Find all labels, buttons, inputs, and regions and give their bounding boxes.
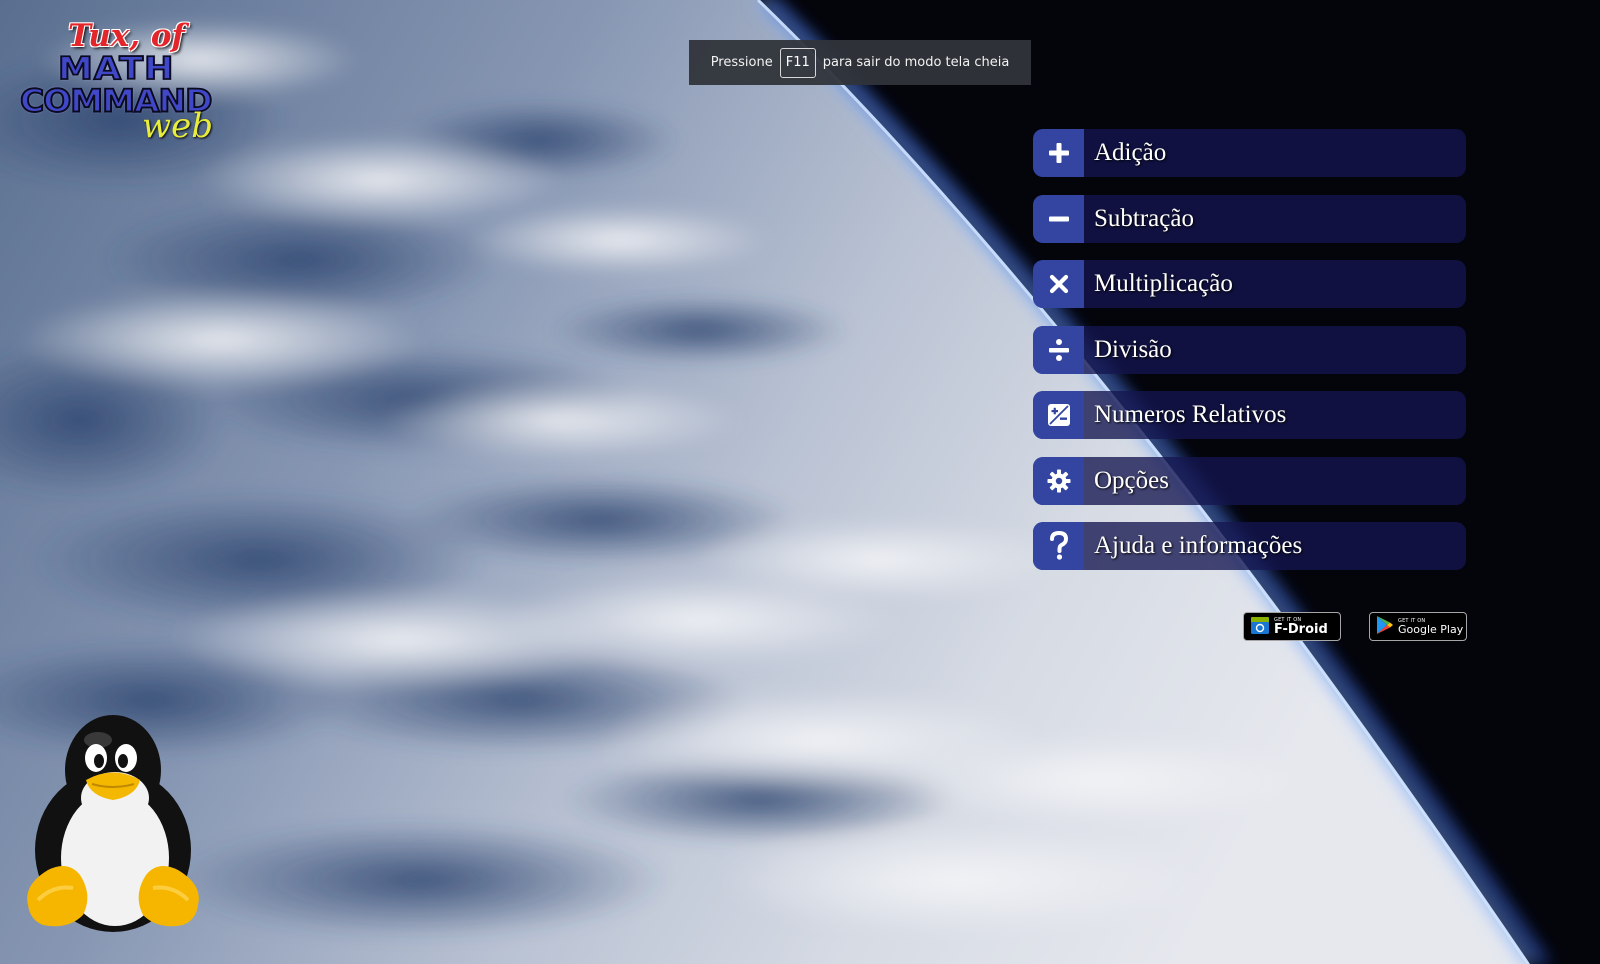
- fullscreen-notice: Pressione F11 para sair do modo tela che…: [689, 40, 1031, 85]
- fullscreen-notice-before: Pressione: [710, 55, 773, 70]
- menu-item-numeros-relativos[interactable]: Numeros Relativos: [1033, 391, 1466, 439]
- gear-icon: [1033, 456, 1084, 505]
- google-play-badge[interactable]: GET IT ON Google Play: [1369, 612, 1467, 641]
- menu-item-adicao[interactable]: Adição: [1033, 129, 1466, 177]
- menu-item-ajuda[interactable]: Ajuda e informações: [1033, 522, 1466, 570]
- divide-icon: [1033, 325, 1084, 374]
- main-menu: Adição Subtração Multiplicação Divisão N: [1033, 129, 1466, 588]
- menu-item-multiplicacao[interactable]: Multiplicação: [1033, 260, 1466, 308]
- fdroid-badge-name: F-Droid: [1274, 621, 1328, 637]
- menu-item-opcoes[interactable]: Opções: [1033, 456, 1466, 505]
- menu-item-label: Opções: [1094, 466, 1169, 494]
- tux-penguin-icon: [27, 715, 199, 932]
- minus-icon: [1033, 194, 1084, 243]
- logo-line-tux: Tux, of: [68, 18, 185, 54]
- times-icon: [1033, 260, 1084, 308]
- app-logo: Tux, of MATH COMMAND web: [19, 18, 213, 146]
- question-icon: [1033, 522, 1084, 570]
- menu-item-label: Subtração: [1094, 204, 1194, 232]
- google-play-badge-name: Google Play: [1398, 622, 1464, 636]
- google-play-logo-icon: [1376, 615, 1394, 639]
- fdroid-badge[interactable]: GET IT ON F-Droid: [1243, 612, 1341, 641]
- menu-item-label: Divisão: [1094, 335, 1172, 363]
- menu-item-subtracao[interactable]: Subtração: [1033, 194, 1466, 243]
- menu-item-label: Adição: [1094, 139, 1167, 166]
- fullscreen-notice-after: para sair do modo tela cheia: [822, 55, 1010, 70]
- logo-line-web: web: [142, 106, 213, 146]
- menu-item-label: Multiplicação: [1094, 270, 1233, 297]
- f11-key: F11: [779, 47, 816, 78]
- plus-minus-square-icon: [1033, 391, 1084, 439]
- menu-item-divisao[interactable]: Divisão: [1033, 325, 1466, 374]
- menu-item-label: Numeros Relativos: [1094, 401, 1287, 428]
- plus-icon: [1033, 129, 1084, 177]
- fdroid-logo-icon: [1250, 615, 1270, 639]
- menu-item-label: Ajuda e informações: [1094, 532, 1303, 559]
